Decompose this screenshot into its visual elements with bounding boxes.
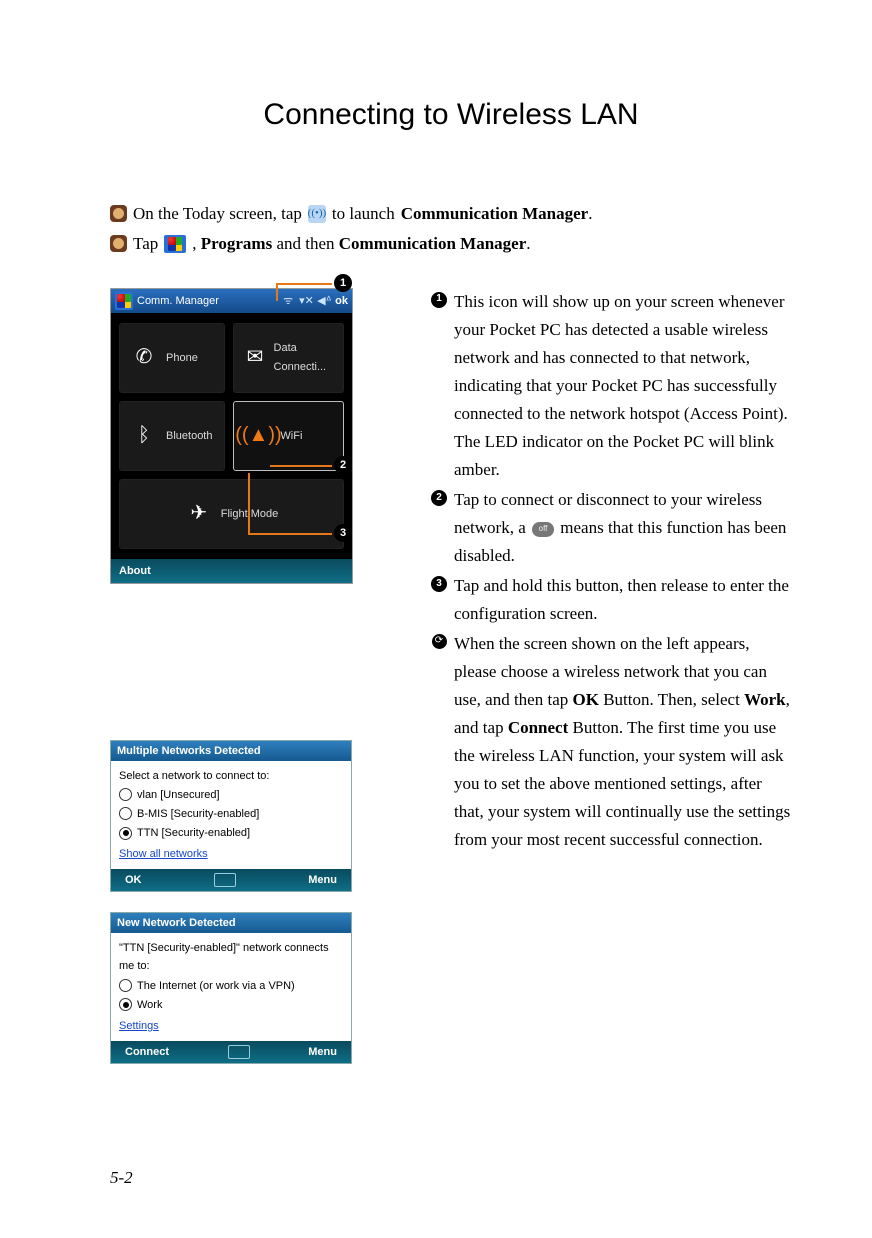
intro-text: to launch	[332, 200, 395, 228]
ok-button[interactable]: ok	[335, 292, 348, 310]
refresh-icon: ⟳	[432, 634, 447, 649]
radio-icon	[119, 807, 132, 820]
settings-link[interactable]: Settings	[119, 1017, 159, 1035]
menu-button[interactable]: Menu	[308, 871, 337, 889]
network-dest-option[interactable]: The Internet (or work via a VPN)	[119, 977, 343, 995]
show-all-networks-link[interactable]: Show all networks	[119, 845, 208, 863]
intro-text: Communication Manager.	[401, 200, 593, 228]
gear-icon	[110, 205, 127, 222]
explanation-text: When the screen shown on the left appear…	[454, 630, 792, 854]
wireless-icon: ((•))	[308, 205, 326, 223]
volume-icon: ◀ᐞ	[317, 292, 331, 310]
ok-button[interactable]: OK	[125, 871, 142, 889]
network-option[interactable]: vlan [Unsecured]	[119, 786, 343, 804]
intro-text: , Programs and then Communication Manage…	[192, 230, 530, 258]
network-dest-option[interactable]: Work	[119, 996, 343, 1014]
start-flag-icon	[164, 235, 186, 253]
callout-number-1: 1	[431, 292, 447, 308]
keyboard-icon[interactable]	[214, 873, 236, 887]
comm-manager-screenshot: Comm. Manager ᯤ ▾✕ ◀ᐞ ok ✆Phone ✉Data Co…	[110, 288, 353, 584]
connect-button[interactable]: Connect	[125, 1043, 169, 1061]
radio-icon	[119, 827, 132, 840]
radio-icon	[119, 998, 132, 1011]
popup-header: Multiple Networks Detected	[117, 742, 261, 760]
keyboard-icon[interactable]	[228, 1045, 250, 1059]
radio-icon	[119, 979, 132, 992]
intro-text: Tap	[133, 230, 158, 258]
off-badge-icon: off	[532, 522, 554, 537]
wifi-tile[interactable]: ((▲))WiFi	[233, 401, 344, 471]
explanation-text: This icon will show up on your screen wh…	[454, 288, 792, 484]
callout-number-2: 2	[431, 490, 447, 506]
explanation-text: Tap and hold this button, then release t…	[454, 572, 792, 628]
flight-mode-tile[interactable]: ✈Flight Mode	[119, 479, 344, 549]
start-flag-icon[interactable]	[115, 292, 133, 310]
signal-icon: ▾✕	[299, 292, 313, 310]
wifi-icon: ((▲))	[244, 422, 272, 450]
page-number: 5-2	[110, 1164, 133, 1192]
network-option[interactable]: TTN [Security-enabled]	[119, 824, 343, 842]
popup-header: New Network Detected	[117, 914, 236, 932]
phone-tile[interactable]: ✆Phone	[119, 323, 225, 393]
titlebar-title: Comm. Manager	[137, 292, 219, 310]
new-network-popup: New Network Detected "TTN [Security-enab…	[110, 912, 352, 1064]
phone-icon: ✆	[130, 344, 158, 372]
multiple-networks-popup: Multiple Networks Detected Select a netw…	[110, 740, 352, 893]
data-connection-tile[interactable]: ✉Data Connecti...	[233, 323, 344, 393]
callout-number-3: 3	[431, 576, 447, 592]
airplane-icon: ✈	[185, 500, 213, 528]
popup-prompt: "TTN [Security-enabled]" network connect…	[119, 939, 343, 975]
page-title: Connecting to Wireless LAN	[110, 90, 792, 140]
menu-button[interactable]: Menu	[308, 1043, 337, 1061]
envelope-icon: ✉	[244, 344, 265, 372]
intro-text: On the Today screen, tap	[133, 200, 302, 228]
bluetooth-icon: ᛒ	[130, 422, 158, 450]
wifi-status-icon: ᯤ	[281, 292, 295, 310]
radio-icon	[119, 788, 132, 801]
popup-prompt: Select a network to connect to:	[119, 767, 343, 785]
explanation-text: Tap to connect or disconnect to your wir…	[454, 486, 792, 570]
bluetooth-tile[interactable]: ᛒBluetooth	[119, 401, 225, 471]
gear-icon	[110, 235, 127, 252]
network-option[interactable]: B-MIS [Security-enabled]	[119, 805, 343, 823]
about-button[interactable]: About	[119, 562, 151, 580]
